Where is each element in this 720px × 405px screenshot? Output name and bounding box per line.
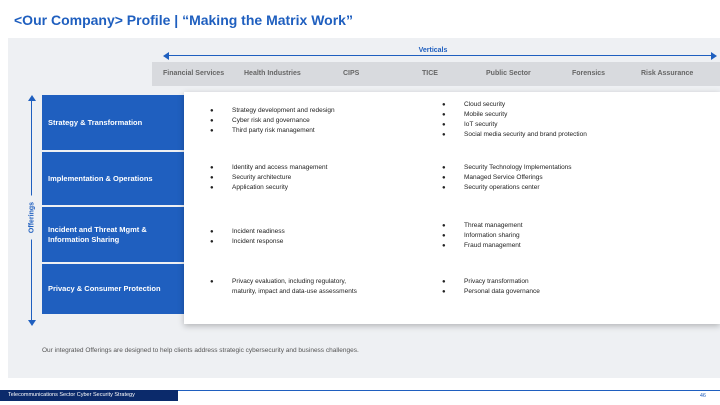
offerings-label: Offerings	[28, 195, 36, 240]
list-item: Cyber risk and governance	[210, 116, 335, 126]
privacy-right-list: Privacy transformation Personal data gov…	[442, 277, 540, 297]
list-item: IoT security	[442, 120, 587, 130]
privacy-left-list: Privacy evaluation, including regulatory…	[210, 277, 357, 297]
list-item: Mobile security	[442, 110, 587, 120]
row-label-strategy: Strategy & Transformation	[42, 95, 185, 150]
list-item: Threat management	[442, 221, 523, 231]
list-item: Strategy development and redesign	[210, 106, 335, 116]
strategy-right-list: Cloud security Mobile security IoT secur…	[442, 100, 587, 140]
page-number: 46	[699, 393, 706, 399]
column-header-health-industries: Health Industries	[244, 70, 301, 77]
row-label-privacy: Privacy & Consumer Protection	[42, 264, 185, 314]
arrow-down-icon	[27, 320, 36, 326]
implementation-left-list: Identity and access management Security …	[210, 163, 327, 193]
list-item: Information sharing	[442, 231, 523, 241]
arrow-right-icon	[711, 51, 717, 60]
verticals-label: Verticals	[418, 47, 448, 54]
footnote: Our integrated Offerings are designed to…	[42, 347, 359, 354]
list-item: Privacy evaluation, including regulatory…	[210, 277, 357, 287]
column-header-risk-assurance: Risk Assurance	[641, 70, 694, 77]
list-item: Incident readiness	[210, 227, 285, 237]
list-item: Incident response	[210, 237, 285, 247]
column-header-financial-services: Financial Services	[163, 70, 225, 77]
column-header-cips: CIPS	[343, 70, 360, 77]
list-item-continuation: maturity, impact and data-use assessment…	[232, 288, 357, 295]
list-item: Managed Service Offerings	[442, 173, 572, 183]
list-item: Security architecture	[210, 173, 327, 183]
incident-left-list: Incident readiness Incident response	[210, 227, 285, 247]
list-item: Fraud management	[442, 241, 523, 251]
list-item: Application security	[210, 183, 327, 193]
row-label-implementation: Implementation & Operations	[42, 152, 185, 205]
page-title: <Our Company> Profile | “Making the Matr…	[14, 12, 353, 28]
list-item: Personal data governance	[442, 287, 540, 297]
verticals-arrow-line	[166, 55, 714, 56]
row-label-incident: Incident and Threat Mgmt & Information S…	[42, 207, 185, 262]
list-item: Security operations center	[442, 183, 572, 193]
column-header-tice: TICE	[422, 70, 438, 77]
strategy-left-list: Strategy development and redesign Cyber …	[210, 106, 335, 136]
list-item: Security Technology Implementations	[442, 163, 572, 173]
list-item: Social media security and brand protecti…	[442, 130, 587, 140]
arrow-up-icon	[27, 95, 36, 101]
arrow-left-icon	[163, 51, 169, 60]
list-item: Identity and access management	[210, 163, 327, 173]
incident-right-list: Threat management Information sharing Fr…	[442, 221, 523, 251]
column-header-public-sector: Public Sector	[486, 70, 531, 77]
footer-title: Telecommunications Sector Cyber Security…	[0, 390, 178, 401]
implementation-right-list: Security Technology Implementations Mana…	[442, 163, 572, 193]
column-header-forensics: Forensics	[572, 70, 606, 77]
list-item: Third party risk management	[210, 126, 335, 136]
list-item: Cloud security	[442, 100, 587, 110]
list-item: Privacy transformation	[442, 277, 540, 287]
